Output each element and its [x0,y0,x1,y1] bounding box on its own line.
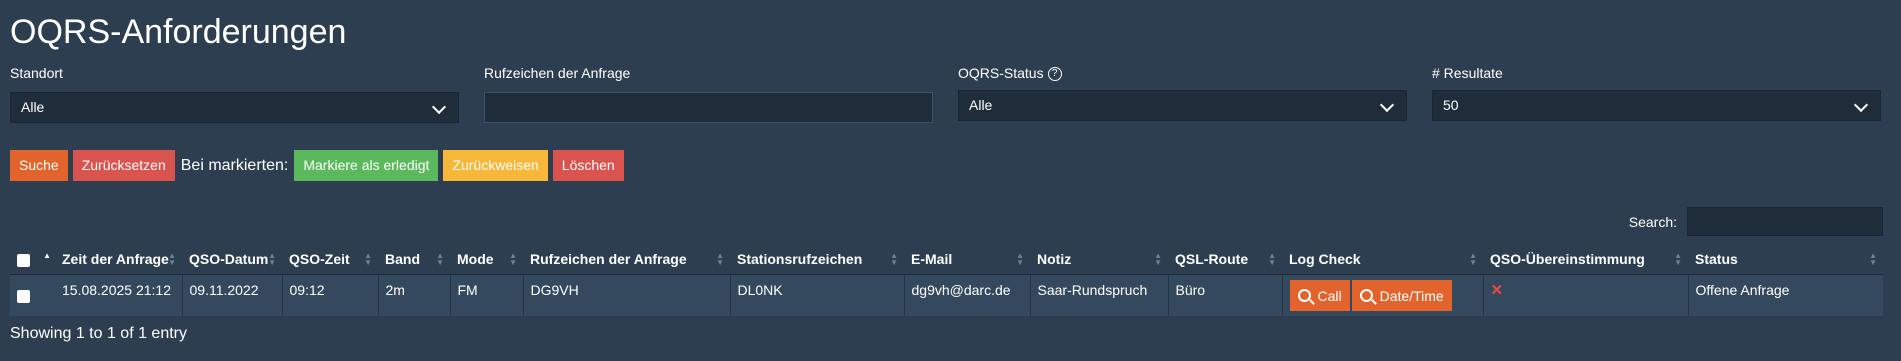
callsign-input[interactable] [484,92,933,123]
header-mode[interactable]: Mode ▲ ▼ [450,244,523,275]
header-qso-match[interactable]: QSO-Übereinstimmung ▲ ▼ [1483,244,1688,275]
results-label: # Resultate [1432,65,1503,81]
chevron-down-icon [1379,97,1395,113]
header-note[interactable]: Notiz ▲ ▼ [1030,244,1168,275]
header-band[interactable]: Band ▲ ▼ [378,244,450,275]
sort-icon: ▲ ▼ [890,251,898,267]
row-checkbox[interactable] [17,290,30,304]
callsign-label: Rufzeichen der Anfrage [484,65,631,81]
sort-asc-icon: ▲ [43,251,51,260]
header-station[interactable]: Stationsrufzeichen ▲ ▼ [730,244,904,275]
sort-icon: ▲ ▼ [436,251,444,267]
header-qso-date[interactable]: QSO-Datum ▲ ▼ [182,244,282,275]
page-title: OQRS-Anforderungen [10,13,347,51]
chevron-down-icon [431,99,447,115]
sort-icon: ▲ ▼ [1268,251,1276,267]
cell-qso-time: 09:12 [281,274,378,316]
log-check-call-button[interactable]: Call [1289,280,1350,311]
cell-email: dg9vh@darc.de [903,274,1030,316]
header-qso-time[interactable]: QSO-Zeit ▲ ▼ [282,244,378,275]
standort-value: Alle [21,99,45,115]
filter-status: OQRS-Status? Alle [958,64,1407,121]
header-time[interactable]: Zeit der Anfrage ▲ ▼ [55,244,182,275]
filter-callsign: Rufzeichen der Anfrage [484,64,933,123]
sort-icon: ▲ ▼ [1869,251,1877,267]
header-status[interactable]: Status ▲ ▼ [1688,244,1883,275]
status-filter-label: OQRS-Status? [958,64,1407,84]
cell-station: DL0NK [729,274,904,316]
table-header-row: ▲ Zeit der Anfrage ▲ ▼ QSO-Datum ▲ ▼ QSO-Zei… [10,244,1883,275]
table-row: 15.08.2025 21:12 09.11.2022 09:12 2m FM … [10,274,1883,317]
header-log-check[interactable]: Log Check ▲ ▼ [1282,244,1483,275]
header-sort-col[interactable]: ▲ [42,244,55,275]
action-bar: Suche Zurücksetzen Bei markierten: Marki… [10,150,624,181]
cell-band: 2m [377,274,450,316]
sort-icon: ▲ ▼ [364,251,372,267]
sort-icon: ▲ ▼ [268,251,276,267]
header-email[interactable]: E-Mail ▲ ▼ [904,244,1030,275]
cell-qso-date: 09.11.2022 [181,274,282,316]
row-sort-spacer [42,275,55,317]
table-search: Search: [1629,207,1883,236]
sort-icon: ▲ ▼ [1154,251,1162,267]
requests-table: ▲ Zeit der Anfrage ▲ ▼ QSO-Datum ▲ ▼ QSO-Zei… [10,244,1883,316]
x-icon: ✕ [1490,281,1504,299]
row-select-cell [10,275,42,317]
search-button[interactable]: Suche [10,150,68,181]
cell-log-check: Call Date/Time [1281,274,1483,316]
status-value: Alle [969,97,993,113]
delete-button[interactable]: Löschen [552,150,624,181]
cell-status: Offene Anfrage [1687,274,1883,316]
reset-button[interactable]: Zurücksetzen [72,150,175,181]
select-all-checkbox[interactable] [17,253,30,267]
cell-callsign: DG9VH [522,274,730,316]
table-info: Showing 1 to 1 of 1 entry [10,325,187,342]
help-icon[interactable]: ? [1047,67,1062,82]
header-select-all [10,244,42,275]
log-check-datetime-button[interactable]: Date/Time [1351,280,1452,311]
filter-standort: Standort Alle [10,64,459,123]
filter-results: # Resultate 50 [1432,64,1881,121]
results-value: 50 [1443,97,1459,113]
search-icon [1297,289,1311,302]
header-qsl-route[interactable]: QSL-Route ▲ ▼ [1168,244,1282,275]
cell-qsl-route: Büro [1167,274,1282,316]
sort-icon: ▲ ▼ [168,251,176,267]
standort-select[interactable]: Alle [10,92,459,123]
table-search-label: Search: [1628,213,1677,230]
header-callsign[interactable]: Rufzeichen der Anfrage ▲ ▼ [523,244,730,275]
cell-time: 15.08.2025 21:12 [62,281,171,298]
reject-button[interactable]: Zurückweisen [443,150,548,181]
mark-done-button[interactable]: Markiere als erledigt [294,150,439,181]
sort-icon: ▲ ▼ [1016,251,1024,267]
sort-icon: ▲ ▼ [1469,251,1477,267]
search-icon [1359,289,1373,302]
results-select[interactable]: 50 [1432,90,1881,121]
cell-mode: FM [449,274,523,316]
chevron-down-icon [1853,97,1869,113]
marked-label: Bei markierten: [180,156,289,174]
table-search-input[interactable] [1687,207,1883,236]
status-select[interactable]: Alle [958,90,1407,121]
cell-qso-match: ✕ [1482,274,1688,316]
cell-note: Saar-Rundspruch [1029,274,1168,316]
sort-icon: ▲ ▼ [509,251,517,267]
sort-icon: ▲ ▼ [1674,251,1682,267]
standort-label: Standort [10,65,63,81]
sort-icon: ▲ ▼ [716,251,724,267]
